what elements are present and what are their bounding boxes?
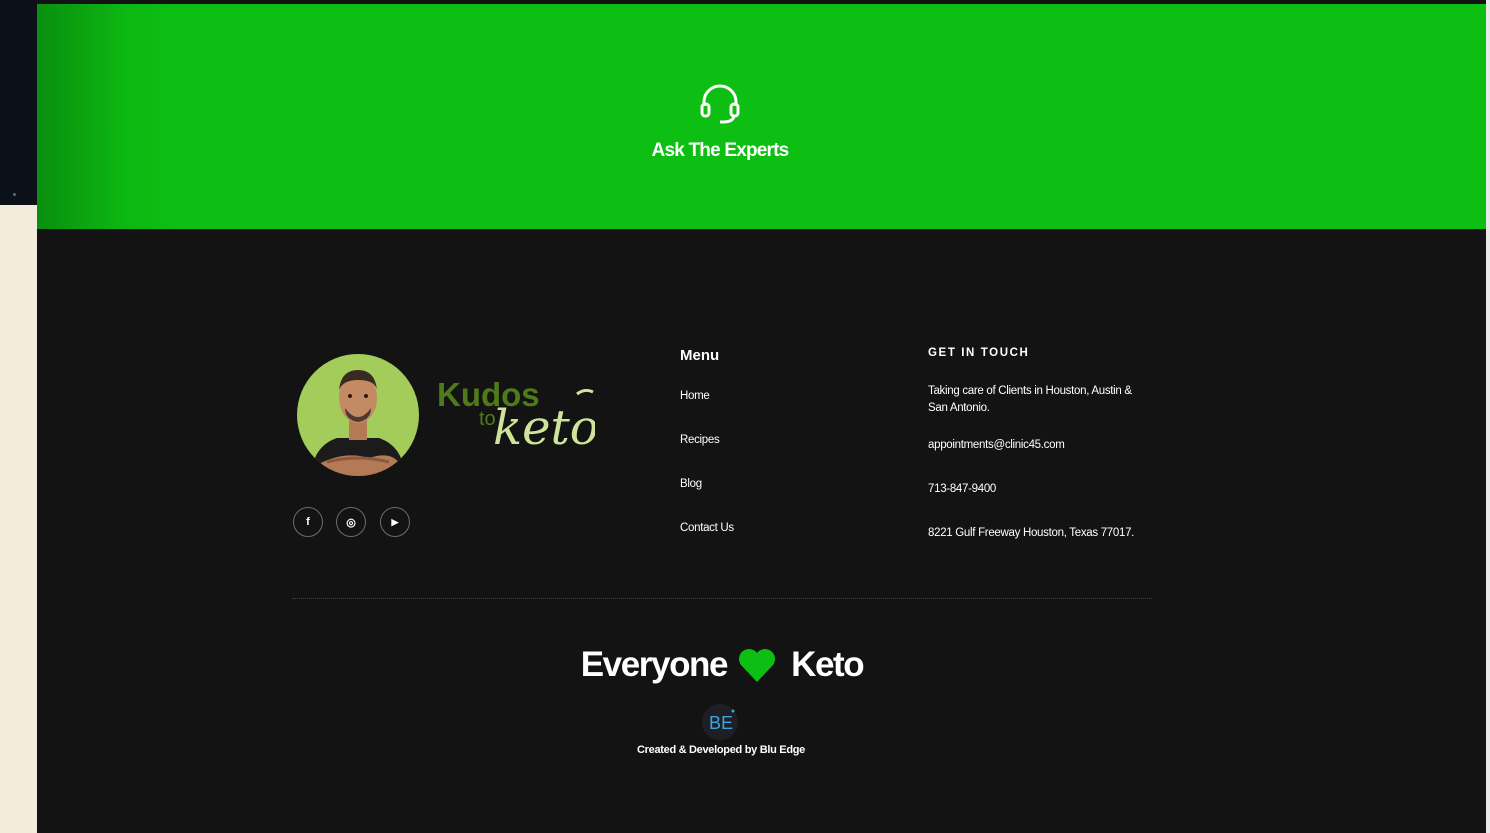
instagram-icon[interactable]: ◎: [336, 507, 366, 537]
get-in-touch-heading: GET IN TOUCH: [928, 347, 1030, 359]
ask-experts-title[interactable]: Ask The Experts: [37, 140, 1403, 162]
tagline-left: Everyone: [580, 645, 729, 684]
menu-item-home[interactable]: Home: [680, 390, 710, 402]
menu-item-blog[interactable]: Blog: [680, 478, 702, 490]
svg-text:BE: BE: [709, 713, 733, 733]
credit-text: Created & Developed by Blu Edge: [637, 744, 805, 756]
avatar: [297, 354, 419, 476]
menu-item-recipes[interactable]: Recipes: [680, 434, 720, 446]
footer-page: Ask The Experts Kudos to keto f ◎ ▶ Menu…: [37, 0, 1486, 833]
tagline: Everyone Keto: [37, 643, 1407, 687]
youtube-icon[interactable]: ▶: [380, 507, 410, 537]
background-dot: [13, 193, 16, 196]
svg-text:keto: keto: [493, 400, 595, 452]
doctor-portrait: [311, 370, 405, 476]
left-background-strip: [0, 0, 37, 205]
footer-divider: [292, 598, 1152, 599]
menu-heading: Menu: [680, 347, 720, 364]
blu-edge-logo[interactable]: BE: [702, 704, 738, 740]
service-area-line-2: San Antonio.: [928, 402, 990, 414]
contact-phone-link[interactable]: 713-847-9400: [928, 481, 996, 498]
contact-email-link[interactable]: appointments@clinic45.com: [928, 437, 1065, 454]
ask-experts-banner[interactable]: Ask The Experts: [37, 4, 1486, 229]
headset-icon: [700, 84, 740, 124]
right-scroll-edge: [1486, 0, 1490, 833]
facebook-icon[interactable]: f: [293, 507, 323, 537]
kudos-to-keto-logo[interactable]: Kudos to keto: [435, 372, 595, 452]
left-background-panel: [0, 205, 37, 833]
contact-address: 8221 Gulf Freeway Houston, Texas 77017.: [928, 527, 1135, 539]
tagline-right: Keto: [791, 645, 865, 684]
service-area-line-1: Taking care of Clients in Houston, Austi…: [928, 385, 1132, 397]
menu-item-contact-us[interactable]: Contact Us: [680, 522, 734, 534]
heart-icon: [739, 649, 776, 682]
